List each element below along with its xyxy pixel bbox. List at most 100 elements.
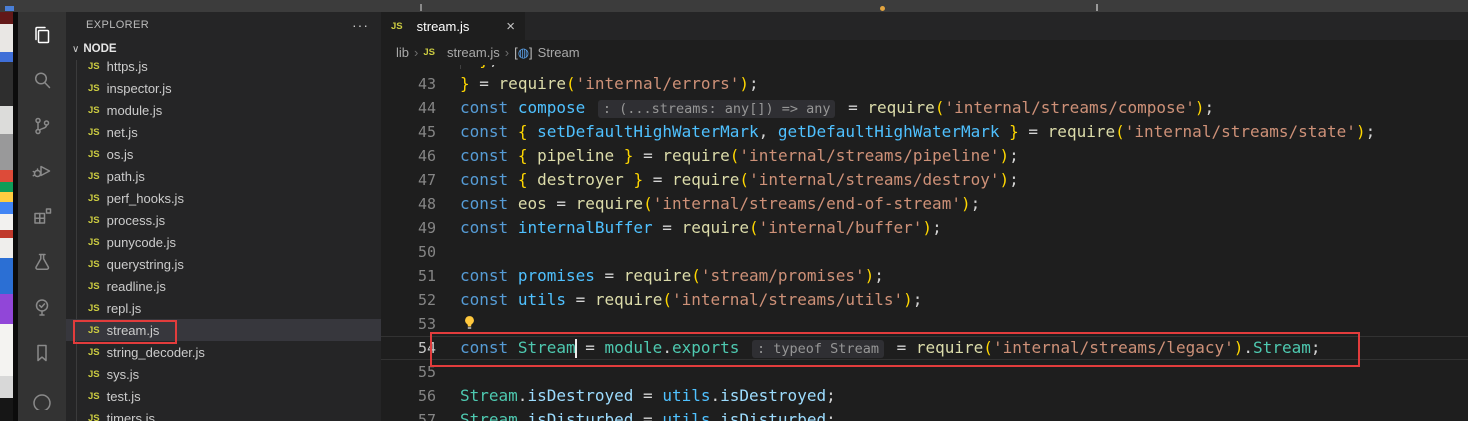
todo-tree-icon[interactable] <box>18 285 66 330</box>
sidebar-item-module-js[interactable]: JSmodule.js <box>66 99 381 121</box>
sidebar-item-sys-js[interactable]: JSsys.js <box>66 363 381 385</box>
code-text: } = require('internal/errors'); <box>436 72 759 96</box>
code-line-44[interactable]: 44const compose : (...streams: any[]) =>… <box>381 96 1468 120</box>
code-text: const { pipeline } = require('internal/s… <box>436 144 1019 168</box>
toolbar-fragment-tick <box>420 4 422 11</box>
account-partial-icon[interactable] <box>18 376 66 421</box>
code-line-51[interactable]: 51const promises = require('stream/promi… <box>381 264 1468 288</box>
breadcrumb-item-lib[interactable]: lib <box>396 45 409 60</box>
close-icon[interactable]: × <box>506 19 515 34</box>
folder-section-node[interactable]: ∨ NODE <box>66 38 381 60</box>
file-name-label: path.js <box>107 169 145 184</box>
js-file-icon: JS <box>391 21 403 32</box>
lightbulb-icon[interactable] <box>462 313 477 337</box>
js-file-icon: JS <box>88 259 100 270</box>
file-name-label: module.js <box>107 103 163 118</box>
code-line-43[interactable]: 43} = require('internal/errors'); <box>381 72 1468 96</box>
code-line-48[interactable]: 48const eos = require('internal/streams/… <box>381 192 1468 216</box>
file-name-label: stream.js <box>107 323 160 338</box>
code-text: const utils = require('internal/streams/… <box>436 288 922 312</box>
sidebar-item-timers-js[interactable]: JStimers.js <box>66 407 381 421</box>
search-icon[interactable] <box>18 57 66 102</box>
file-name-label: https.js <box>107 60 148 74</box>
testing-beaker-icon[interactable] <box>18 239 66 284</box>
code-line-46[interactable]: 46const { pipeline } = require('internal… <box>381 144 1468 168</box>
sidebar-item-querystring-js[interactable]: JS querystring.js <box>66 253 381 275</box>
line-number: 53 <box>381 312 436 336</box>
code-line-45[interactable]: 45const { setDefaultHighWaterMark, getDe… <box>381 120 1468 144</box>
files-icon[interactable] <box>18 12 66 57</box>
code-line-50[interactable]: 50 <box>381 240 1468 264</box>
code-line-53[interactable]: 53 <box>381 312 1468 336</box>
code-text: const Stream = module.exports : typeof S… <box>436 336 1320 360</box>
js-file-icon: JS <box>88 281 100 292</box>
breadcrumb: lib › JS stream.js › [◍] Stream <box>381 40 1468 65</box>
line-number: 56 <box>381 384 436 408</box>
code-line-54[interactable]: 54const Stream = module.exports : typeof… <box>381 336 1468 360</box>
sidebar-item-path-js[interactable]: JS path.js <box>66 165 381 187</box>
sidebar-item-inspector-js[interactable]: JSinspector.js <box>66 77 381 99</box>
breadcrumb-item-symbol[interactable]: Stream <box>538 45 580 60</box>
code-line-56[interactable]: 56Stream.isDestroyed = utils.isDestroyed… <box>381 384 1468 408</box>
sidebar-item-perf-hooks-js[interactable]: JSperf_hooks.js <box>66 187 381 209</box>
sidebar-item-net-js[interactable]: JSnet.js <box>66 121 381 143</box>
breadcrumb-item-file[interactable]: stream.js <box>447 45 500 60</box>
code-text: const promises = require('stream/promise… <box>436 264 884 288</box>
line-number: 57 <box>381 408 436 421</box>
code-text: const { setDefaultHighWaterMark, getDefa… <box>436 120 1375 144</box>
code-text: Stream.isDestroyed = utils.isDestroyed; <box>436 384 836 408</box>
js-file-icon: JS <box>88 369 100 380</box>
js-file-icon: JS <box>88 149 100 160</box>
sidebar-item-process-js[interactable]: JSprocess.js <box>66 209 381 231</box>
desktop-segment <box>0 294 13 324</box>
symbol-class-icon: [◍] <box>514 45 533 61</box>
sidebar-item-test-js[interactable]: JStest.js <box>66 385 381 407</box>
run-debug-icon[interactable] <box>18 148 66 193</box>
js-file-icon: JS <box>88 171 100 182</box>
code-line-47[interactable]: 47const { destroyer } = require('interna… <box>381 168 1468 192</box>
tab-stream-js[interactable]: JS stream.js × <box>381 12 525 40</box>
sidebar-item-repl-js[interactable]: JSrepl.js <box>66 297 381 319</box>
code-line-49[interactable]: 49const internalBuffer = require('intern… <box>381 216 1468 240</box>
file-name-label: process.js <box>107 213 166 228</box>
tab-label: stream.js <box>417 19 470 34</box>
line-number: 54 <box>381 336 436 360</box>
bookmarks-icon[interactable] <box>18 330 66 375</box>
desktop-segment <box>0 12 13 24</box>
extensions-icon[interactable] <box>18 194 66 239</box>
toolbar-fragment-dots <box>1096 4 1098 11</box>
sidebar-item-stream-js[interactable]: JSstream.js <box>66 319 381 341</box>
js-file-icon: JS <box>88 61 100 72</box>
code-line-57[interactable]: 57Stream.isDisturbed = utils.isDisturbed… <box>381 408 1468 421</box>
desktop-segment <box>0 324 13 376</box>
line-number: 47 <box>381 168 436 192</box>
sidebar-item-punycode-js[interactable]: JSpunycode.js <box>66 231 381 253</box>
file-name-label: test.js <box>107 389 141 404</box>
sidebar-item-readline-js[interactable]: JSreadline.js <box>66 275 381 297</box>
sidebar-item-os-js[interactable]: JSos.js <box>66 143 381 165</box>
code-text <box>436 240 460 264</box>
code-text: Stream.isDisturbed = utils.isDisturbed; <box>436 408 836 421</box>
code-text: const internalBuffer = require('internal… <box>436 216 942 240</box>
sidebar-item-https-js[interactable]: JS https.js <box>66 60 381 77</box>
code-line-52[interactable]: 52const utils = require('internal/stream… <box>381 288 1468 312</box>
code-editor[interactable]: 42 },43} = require('internal/errors');44… <box>381 65 1468 421</box>
js-file-icon: JS <box>423 47 435 58</box>
desktop-segment <box>0 192 13 202</box>
line-number: 48 <box>381 192 436 216</box>
file-name-label: perf_hooks.js <box>107 191 184 206</box>
tab-bar: JS stream.js × <box>381 12 1468 40</box>
desktop-segment <box>0 258 13 294</box>
code-text <box>436 360 460 384</box>
code-line-42[interactable]: 42 }, <box>381 65 1468 72</box>
browser-toolbar-strip <box>0 0 1468 12</box>
code-line-55[interactable]: 55 <box>381 360 1468 384</box>
more-actions-icon[interactable]: ··· <box>352 17 369 33</box>
file-name-label: punycode.js <box>107 235 176 250</box>
line-number: 45 <box>381 120 436 144</box>
sidebar-item-string-decoder-js[interactable]: JSstring_decoder.js <box>66 341 381 363</box>
desktop-segment <box>0 24 13 52</box>
source-control-icon[interactable] <box>18 103 66 148</box>
line-number: 55 <box>381 360 436 384</box>
file-name-label: querystring.js <box>107 257 184 272</box>
